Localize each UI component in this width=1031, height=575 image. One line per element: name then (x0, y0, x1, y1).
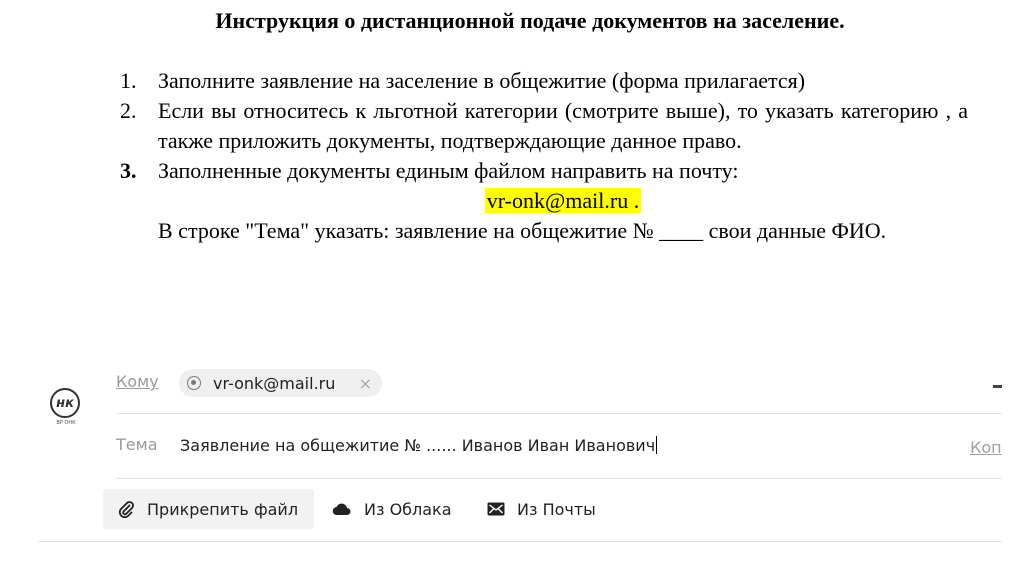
paperclip-icon (117, 500, 135, 518)
step-number: 1. (120, 68, 137, 93)
subject-value: Заявление на общежитие № ...... Иванов И… (180, 436, 656, 455)
minimize-icon[interactable] (993, 385, 1002, 388)
subject-input[interactable]: Заявление на общежитие № ...... Иванов И… (180, 436, 940, 455)
document-title: Инструкция о дистанционной подаче докуме… (215, 8, 845, 33)
from-mail-button[interactable]: Из Почты (485, 489, 596, 529)
logo-caption: ВР ОНК (56, 420, 76, 426)
list-item: 2. Если вы относитесь к льготной категор… (120, 96, 968, 156)
divider (116, 478, 1002, 479)
attach-file-label: Прикрепить файл (147, 499, 299, 519)
step-text-block: Заполненные документы единым файлом напр… (158, 156, 968, 246)
step-text: Заполненные документы единым файлом напр… (158, 158, 739, 183)
highlighted-email: vr-onk@mail.ru . (484, 188, 642, 213)
envelope-icon (487, 502, 505, 516)
divider (38, 541, 1002, 542)
divider (116, 413, 1002, 414)
step-text: Если вы относитесь к льготной категории … (158, 98, 968, 153)
step-number: 2. (120, 98, 137, 123)
email-line: vr-onk@mail.ru . (158, 186, 968, 216)
attach-file-button[interactable]: Прикрепить файл (103, 489, 314, 529)
subject-label: Тема (116, 435, 158, 454)
recipient-chip[interactable]: vr-onk@mail.ru × (179, 369, 382, 397)
from-mail-label: Из Почты (517, 499, 596, 519)
list-item: 1. Заполните заявление на заселение в об… (120, 66, 968, 96)
cloud-icon (332, 501, 352, 517)
subject-instruction: В строке "Тема" указать: заявление на об… (158, 218, 887, 243)
step-number: 3. (120, 158, 137, 183)
to-label[interactable]: Кому (116, 372, 159, 391)
logo-icon: нк (50, 388, 80, 418)
step-text: Заполните заявление на заселение в общеж… (158, 68, 806, 93)
close-icon[interactable]: × (359, 374, 372, 393)
recipient-address: vr-onk@mail.ru (213, 373, 336, 393)
copy-link[interactable]: Коп (970, 438, 1002, 457)
contact-icon (187, 376, 201, 390)
instruction-list: 1. Заполните заявление на заселение в об… (120, 66, 968, 246)
text-caret (656, 436, 658, 454)
from-cloud-button[interactable]: Из Облака (330, 489, 452, 529)
from-cloud-label: Из Облака (364, 499, 452, 519)
list-item: 3. Заполненные документы единым файлом н… (120, 156, 968, 246)
